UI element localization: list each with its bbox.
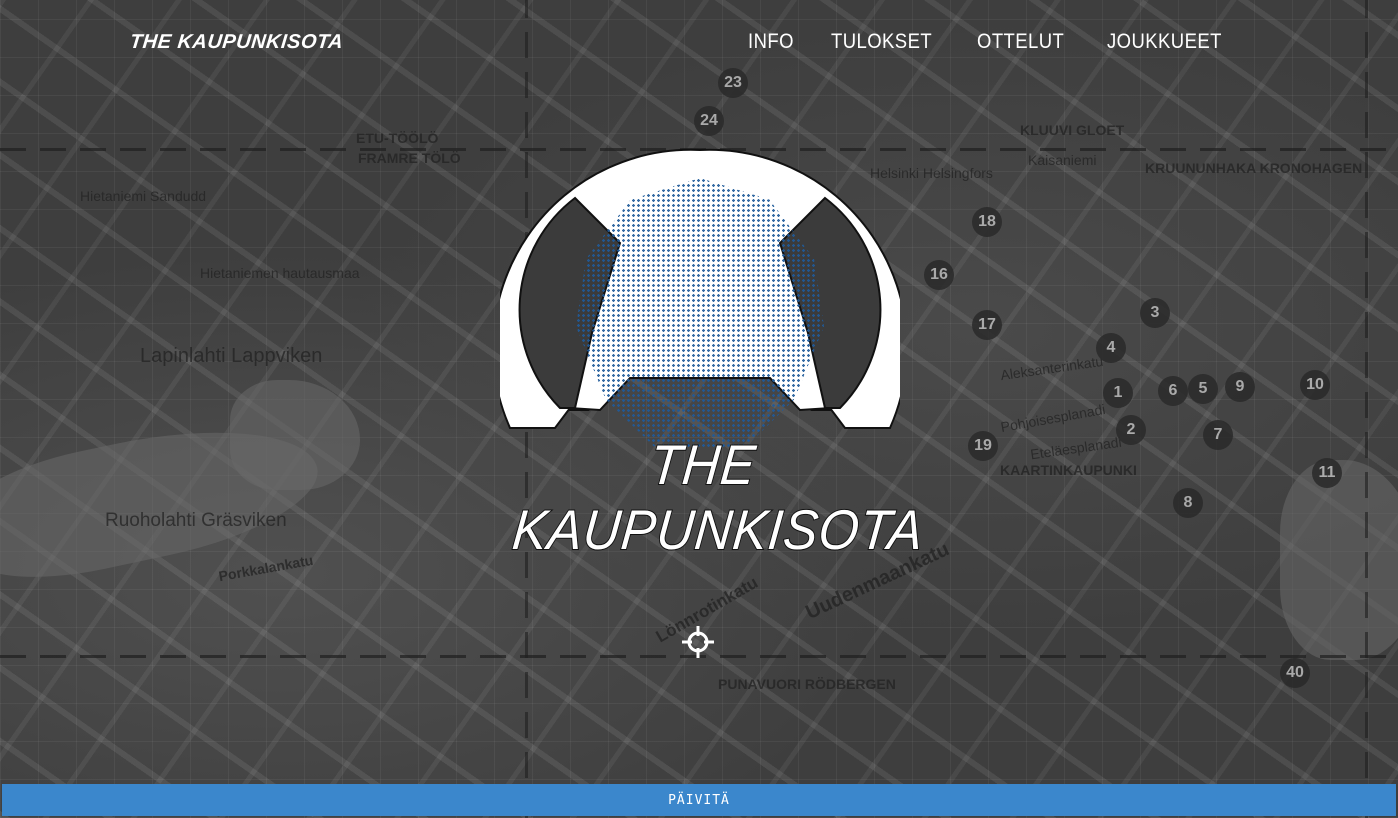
map-label: Porkkalankatu: [217, 551, 315, 585]
map-gridline: [1365, 0, 1368, 818]
map-label: Kaisaniemi: [1028, 152, 1097, 168]
map-marker: 23: [718, 68, 748, 98]
map-label: Eteläesplanadi: [1029, 433, 1123, 463]
map-label: Ruoholahti Gräsviken: [105, 510, 287, 531]
map-marker: 19: [968, 431, 998, 461]
map-marker: 9: [1225, 372, 1255, 402]
map-label: ETU-TÖÖLÖ: [356, 130, 439, 146]
map-marker: 16: [924, 260, 954, 290]
map-label: KLUUVI GLOET: [1020, 122, 1125, 138]
page: ETU-TÖÖLÖ FRAMRE TÖLÖ Hietaniemi Sandudd…: [0, 0, 1398, 818]
map-label: PUNAVUORI RÖDBERGEN: [718, 676, 896, 692]
main-nav: INFO TULOKSET OTTELUT JOUKKUEET: [748, 30, 1238, 54]
map-label: Aleksanterinkatu: [999, 352, 1105, 384]
refresh-button[interactable]: PÄIVITÄ: [2, 784, 1396, 816]
map-marker: 8: [1173, 488, 1203, 518]
map-marker: 5: [1188, 374, 1218, 404]
crosshair-icon: [682, 626, 714, 658]
map-marker: 2: [1116, 415, 1146, 445]
map-marker: 7: [1203, 420, 1233, 450]
nav-link-tulokset[interactable]: TULOKSET: [831, 30, 932, 54]
map-marker: 1: [1103, 378, 1133, 408]
map-marker: 18: [972, 207, 1002, 237]
hero-logo: THE KAUPUNKISOTA: [500, 148, 928, 562]
map-label: KRUUNUNHAKA KRONOHAGEN: [1145, 160, 1363, 176]
nav-link-ottelut[interactable]: OTTELUT: [977, 30, 1064, 54]
water-area: [1280, 460, 1398, 660]
map-label: KAARTINKAUPUNKI: [1000, 462, 1137, 478]
brand-link[interactable]: THE KAUPUNKISOTA: [129, 31, 344, 54]
hero-title: THE KAUPUNKISOTA: [509, 432, 928, 562]
map-marker: 40: [1280, 658, 1310, 688]
map-marker: 6: [1158, 376, 1188, 406]
water-area: [230, 380, 360, 490]
map-marker: 11: [1312, 458, 1342, 488]
map-marker: 4: [1096, 333, 1126, 363]
nav-link-info[interactable]: INFO: [748, 30, 794, 54]
map-marker: 24: [694, 106, 724, 136]
map-label: Pohjoisesplanadi: [999, 400, 1107, 436]
map-marker: 17: [972, 310, 1002, 340]
map-label: Hietaniemi Sandudd: [80, 188, 207, 204]
nav-link-joukkueet[interactable]: JOUKKUEET: [1107, 30, 1222, 54]
map-marker: 3: [1140, 298, 1170, 328]
map-marker: 10: [1300, 370, 1330, 400]
map-label: Lapinlahti Lappviken: [140, 345, 323, 367]
map-label: FRAMRE TÖLÖ: [358, 150, 461, 166]
map-label: Hietaniemen hautausmaa: [200, 265, 360, 281]
